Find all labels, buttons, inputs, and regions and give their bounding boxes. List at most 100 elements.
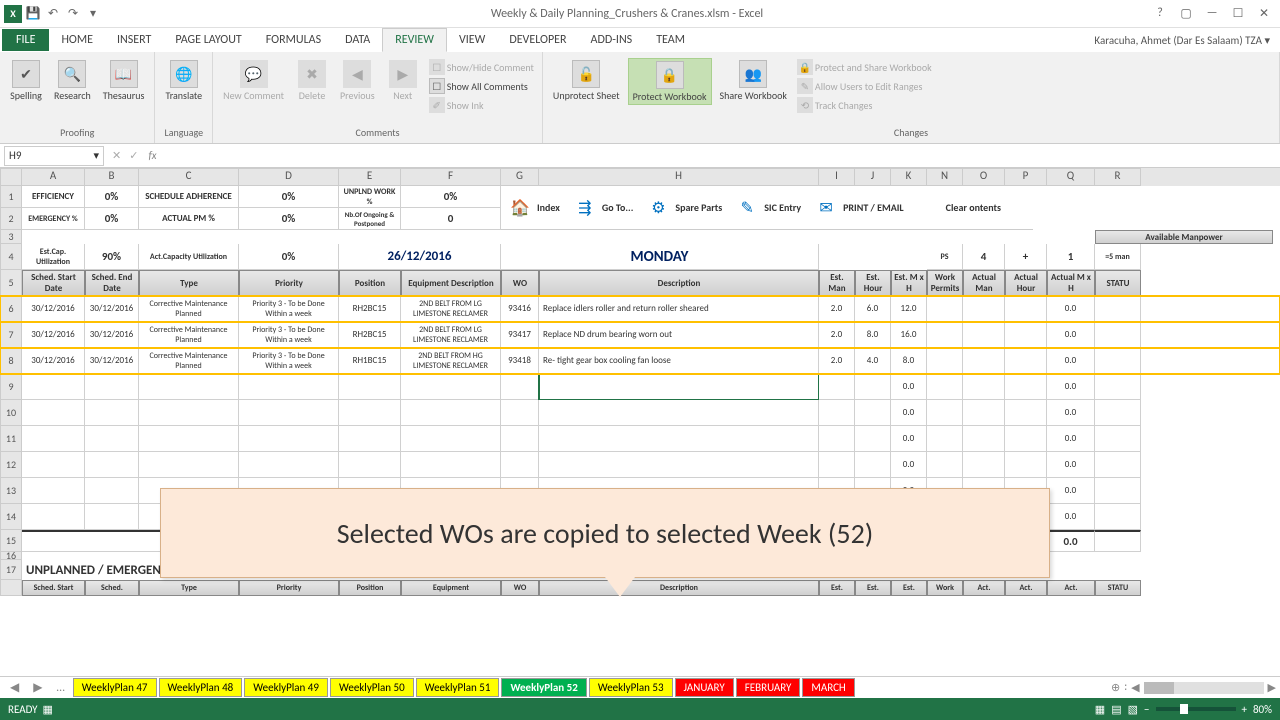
cell[interactable]: Type	[139, 580, 239, 596]
cell[interactable]	[339, 400, 401, 426]
row-header[interactable]: 5	[0, 270, 22, 296]
cell[interactable]: Priority 3 - To be Done Within a week	[239, 322, 339, 348]
quick-btn-1[interactable]: ⇶Go To...	[566, 195, 639, 221]
col-header-P[interactable]: P	[1005, 168, 1047, 186]
col-header-E[interactable]: E	[339, 168, 401, 186]
cell[interactable]	[927, 400, 963, 426]
cell[interactable]	[401, 452, 501, 478]
sheet-tab-WeeklyPlan51[interactable]: WeeklyPlan 51	[416, 678, 500, 697]
zoom-out-icon[interactable]: −	[1144, 703, 1149, 716]
cell[interactable]: +	[1005, 244, 1047, 270]
row-header[interactable]: 14	[0, 504, 22, 530]
cell[interactable]: 12.0	[891, 296, 927, 322]
sheet-tab-JANUARY[interactable]: JANUARY	[675, 678, 734, 697]
share-workbook-button[interactable]: 👥Share Workbook	[716, 58, 791, 103]
col-header-J[interactable]: J	[855, 168, 891, 186]
row-header[interactable]: 12	[0, 452, 22, 478]
cell[interactable]: RH2BC15	[339, 322, 401, 348]
row-header[interactable]: 16	[0, 552, 22, 560]
sheet-tab-FEBRUARY[interactable]: FEBRUARY	[736, 678, 801, 697]
cell[interactable]: 0%	[85, 208, 139, 230]
sheet-tab-WeeklyPlan47[interactable]: WeeklyPlan 47	[73, 678, 157, 697]
scroll-left-icon[interactable]: ◀	[1131, 681, 1139, 694]
cell[interactable]: 93416	[501, 296, 539, 322]
cell[interactable]	[963, 348, 1005, 374]
cell[interactable]: Est.	[891, 580, 927, 596]
cell[interactable]: Corrective Maintenance Planned	[139, 322, 239, 348]
show-all-comments-button[interactable]: ☐Show All Comments	[427, 77, 536, 95]
cell[interactable]	[855, 400, 891, 426]
cell[interactable]	[1095, 452, 1141, 478]
cell[interactable]: ACTUAL PM %	[139, 208, 239, 230]
cell[interactable]: 0	[401, 208, 501, 230]
cell[interactable]: Equipment Description	[401, 270, 501, 296]
cell[interactable]	[1095, 400, 1141, 426]
cell[interactable]	[539, 374, 819, 400]
cell[interactable]: Act.	[963, 580, 1005, 596]
cell[interactable]	[855, 374, 891, 400]
cell[interactable]: Act.Capacity Utilization	[139, 244, 239, 270]
tab-review[interactable]: REVIEW	[382, 28, 447, 52]
cell[interactable]: 1	[1047, 244, 1095, 270]
cell[interactable]: Nb.Of Ongoing & Postponed	[339, 208, 401, 230]
cell[interactable]	[401, 400, 501, 426]
col-header-K[interactable]: K	[891, 168, 927, 186]
row-header[interactable]: 11	[0, 426, 22, 452]
cell[interactable]	[855, 452, 891, 478]
cell[interactable]: STATU	[1095, 580, 1141, 596]
worksheet[interactable]: ABCDEFGHIJKNOPQR 1EFFICIENCY0%SCHEDULE A…	[0, 168, 1280, 676]
cell[interactable]	[239, 426, 339, 452]
col-header-A[interactable]: A	[22, 168, 85, 186]
col-header-C[interactable]: C	[139, 168, 239, 186]
cell[interactable]	[1005, 452, 1047, 478]
cell[interactable]	[22, 478, 85, 504]
cell[interactable]: Est. M x H	[891, 270, 927, 296]
cell[interactable]	[22, 452, 85, 478]
cell[interactable]	[927, 452, 963, 478]
cell[interactable]	[1095, 504, 1141, 530]
col-header-I[interactable]: I	[819, 168, 855, 186]
cell[interactable]: Replace ND drum bearing worn out	[539, 322, 819, 348]
cell[interactable]: 0.0	[1047, 296, 1095, 322]
tab-page-layout[interactable]: PAGE LAYOUT	[163, 29, 253, 51]
cell[interactable]: Sched. Start Date	[22, 270, 85, 296]
cell[interactable]	[927, 296, 963, 322]
cell[interactable]: Corrective Maintenance Planned	[139, 348, 239, 374]
cell[interactable]: WO	[501, 270, 539, 296]
cell[interactable]	[139, 400, 239, 426]
cell[interactable]: Replace idlers roller and return roller …	[539, 296, 819, 322]
col-header-O[interactable]: O	[963, 168, 1005, 186]
show-ink-button[interactable]: ✐Show Ink	[427, 96, 536, 114]
cell[interactable]: 30/12/2016	[22, 296, 85, 322]
cell[interactable]: 30/12/2016	[22, 348, 85, 374]
col-header-D[interactable]: D	[239, 168, 339, 186]
row-header[interactable]: 10	[0, 400, 22, 426]
cell[interactable]	[85, 426, 139, 452]
cell[interactable]: Actual Man	[963, 270, 1005, 296]
view-normal-icon[interactable]: ▦	[1095, 703, 1105, 716]
row-header[interactable]: 4	[0, 244, 22, 270]
row-header[interactable]: 6	[0, 296, 22, 322]
fx-icon[interactable]: fx	[142, 149, 162, 162]
cell[interactable]	[927, 348, 963, 374]
cell[interactable]	[819, 244, 927, 270]
sheet-tab-WeeklyPlan50[interactable]: WeeklyPlan 50	[330, 678, 414, 697]
row-header[interactable]: 8	[0, 348, 22, 374]
cell[interactable]: 0.0	[1047, 452, 1095, 478]
cell[interactable]	[401, 374, 501, 400]
cell[interactable]	[1005, 426, 1047, 452]
cell[interactable]: 0.0	[891, 452, 927, 478]
select-all-corner[interactable]	[0, 168, 22, 186]
cell[interactable]: Sched. End Date	[85, 270, 139, 296]
cell[interactable]	[963, 322, 1005, 348]
macro-icon[interactable]: ▦	[43, 703, 53, 716]
cell[interactable]	[963, 400, 1005, 426]
col-header-N[interactable]: N	[927, 168, 963, 186]
cell[interactable]	[1005, 296, 1047, 322]
close-icon[interactable]: ✕	[1252, 6, 1276, 21]
sheet-tab-active[interactable]: WeeklyPlan 52	[501, 678, 586, 697]
quick-btn-2[interactable]: ⚙Spare Parts	[639, 195, 728, 221]
cell[interactable]	[1095, 296, 1141, 322]
cell[interactable]	[1005, 374, 1047, 400]
cell[interactable]: 93417	[501, 322, 539, 348]
